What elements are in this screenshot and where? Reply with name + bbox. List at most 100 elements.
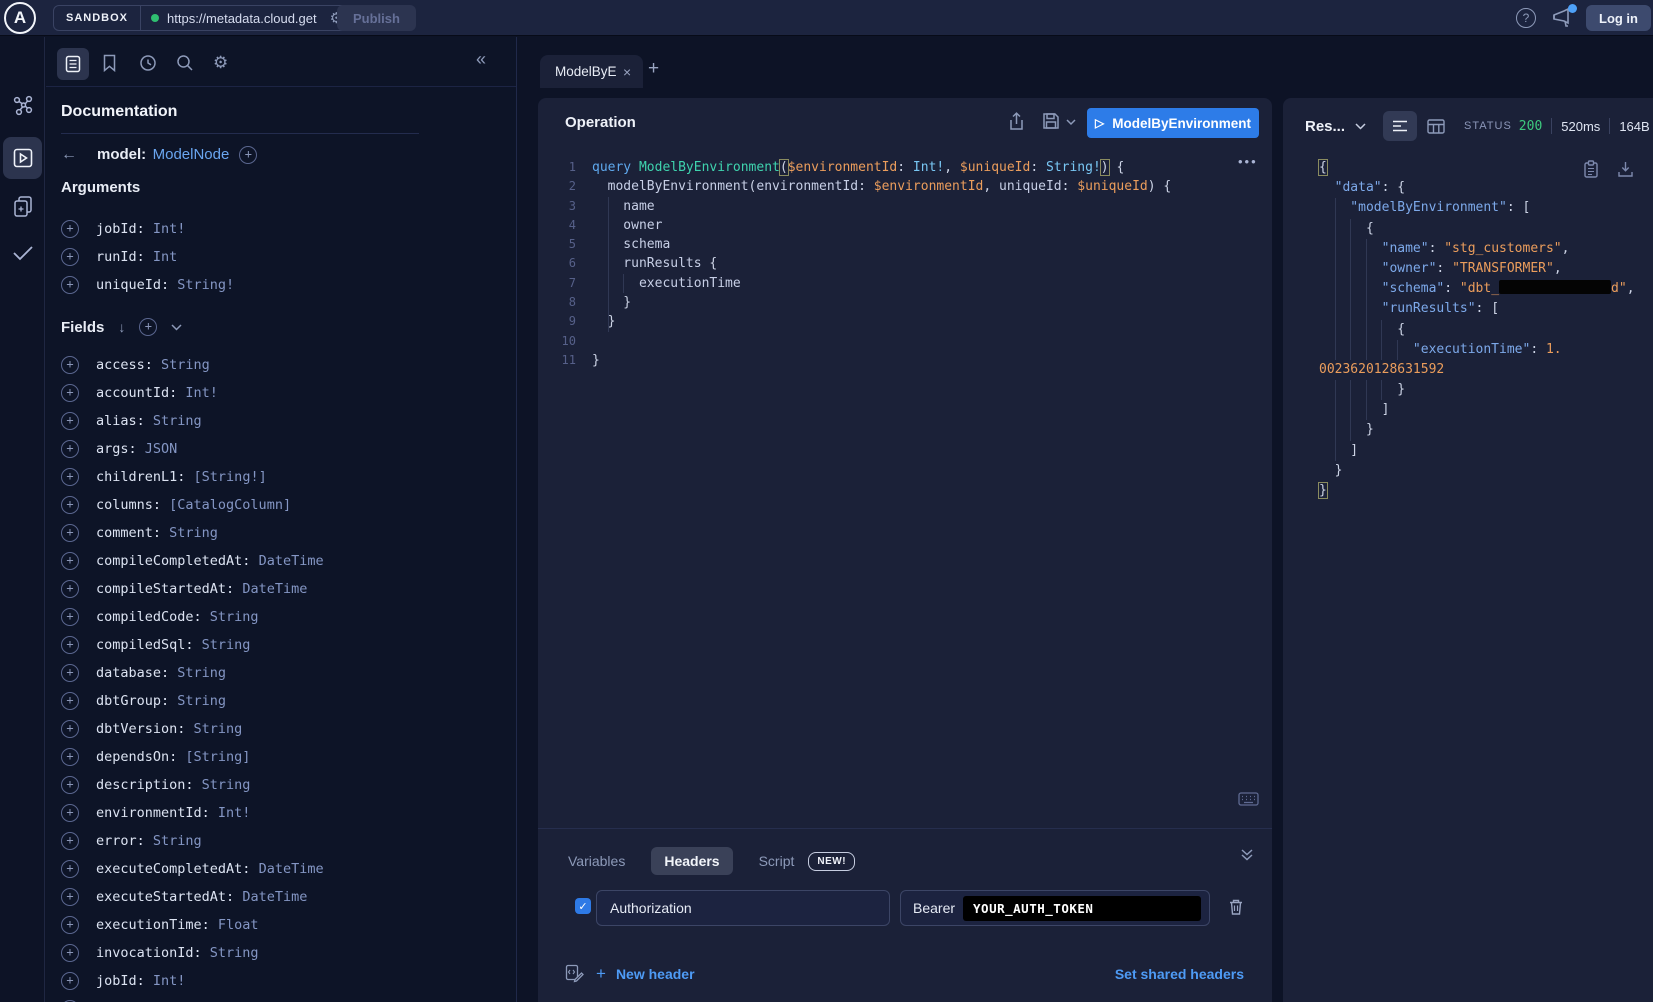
code-line[interactable]: 5 schema bbox=[548, 235, 1248, 254]
keyboard-shortcuts-icon[interactable] bbox=[1238, 792, 1259, 806]
code-line[interactable]: } bbox=[1319, 461, 1649, 481]
add-all-fields-icon[interactable]: + bbox=[139, 318, 157, 336]
add-field-to-query-icon[interactable]: + bbox=[61, 248, 79, 266]
add-field-to-query-icon[interactable]: + bbox=[61, 468, 79, 486]
field-name[interactable]: jobId: bbox=[96, 973, 153, 989]
auth-token-value[interactable]: YOUR_AUTH_TOKEN bbox=[963, 896, 1201, 921]
field-type[interactable]: Int bbox=[153, 249, 177, 265]
field-type[interactable]: String bbox=[161, 357, 210, 373]
add-field-to-query-icon[interactable]: + bbox=[61, 944, 79, 962]
add-field-to-query-icon[interactable]: + bbox=[61, 720, 79, 738]
code-line[interactable]: 1query ModelByEnvironment($environmentId… bbox=[548, 158, 1248, 177]
field-name[interactable]: runId: bbox=[96, 249, 153, 265]
header-value-input[interactable]: Bearer YOUR_AUTH_TOKEN bbox=[900, 890, 1210, 926]
add-field-to-query-icon[interactable]: + bbox=[61, 384, 79, 402]
add-field-to-query-icon[interactable]: + bbox=[61, 748, 79, 766]
code-line[interactable]: } bbox=[1319, 420, 1649, 440]
tab-script[interactable]: Script bbox=[759, 853, 795, 869]
close-tab-icon[interactable]: × bbox=[623, 64, 631, 80]
field-type[interactable]: DateTime bbox=[242, 889, 307, 905]
save-operation-icon[interactable] bbox=[1042, 112, 1060, 130]
collapse-docs-panel-icon[interactable]: « bbox=[476, 49, 486, 70]
operation-tab-active[interactable]: ModelByEnvi... × bbox=[540, 55, 643, 88]
field-name[interactable]: uniqueId: bbox=[96, 277, 177, 293]
add-field-to-query-icon[interactable]: + bbox=[61, 888, 79, 906]
field-type[interactable]: String bbox=[202, 637, 251, 653]
back-arrow-icon[interactable]: ← bbox=[61, 146, 87, 164]
code-line[interactable]: 8 } bbox=[548, 293, 1248, 312]
code-line[interactable]: "executionTime": 1. bbox=[1319, 340, 1649, 360]
explorer-nav-icon-active[interactable] bbox=[3, 137, 42, 179]
add-field-to-query-icon[interactable]: + bbox=[61, 972, 79, 990]
bookmarks-tab-icon[interactable] bbox=[102, 54, 117, 72]
response-dropdown-chevron-icon[interactable] bbox=[1355, 123, 1366, 130]
environment-variables-icon[interactable] bbox=[565, 964, 584, 983]
login-button[interactable]: Log in bbox=[1586, 5, 1651, 31]
save-options-chevron-icon[interactable] bbox=[1066, 119, 1076, 126]
code-line[interactable]: "modelByEnvironment": [ bbox=[1319, 198, 1649, 218]
field-name[interactable]: childrenL1: bbox=[96, 469, 194, 485]
field-name[interactable]: compileCompletedAt: bbox=[96, 553, 259, 569]
code-line[interactable]: "schema": "dbt_d", bbox=[1319, 279, 1649, 299]
search-tab-icon[interactable] bbox=[176, 54, 194, 72]
field-type[interactable]: Int! bbox=[153, 973, 186, 989]
add-field-to-query-icon[interactable]: + bbox=[61, 776, 79, 794]
code-line[interactable]: "data": { bbox=[1319, 178, 1649, 198]
add-field-to-query-icon[interactable]: + bbox=[61, 608, 79, 626]
code-line[interactable]: } bbox=[1319, 380, 1649, 400]
field-type[interactable]: Int! bbox=[153, 221, 186, 237]
add-field-to-query-icon[interactable]: + bbox=[61, 580, 79, 598]
schema-nav-icon[interactable] bbox=[0, 95, 45, 117]
endpoint-url-input[interactable]: https://metadata.cloud.get ⚙ bbox=[141, 6, 351, 30]
add-field-to-query-icon[interactable]: + bbox=[61, 412, 79, 430]
sort-fields-icon[interactable]: ↓ bbox=[118, 319, 125, 335]
run-operation-button[interactable]: ▷ ModelByEnvironment bbox=[1087, 108, 1259, 138]
help-icon[interactable]: ? bbox=[1516, 8, 1536, 28]
field-type[interactable]: String! bbox=[177, 277, 234, 293]
add-field-to-query-icon[interactable]: + bbox=[61, 636, 79, 654]
field-type[interactable]: String bbox=[210, 945, 259, 961]
publish-button[interactable]: Publish bbox=[337, 5, 416, 31]
graphql-editor[interactable]: 1query ModelByEnvironment($environmentId… bbox=[548, 158, 1248, 370]
operation-collections-nav-icon[interactable] bbox=[0, 195, 45, 219]
delete-header-icon[interactable] bbox=[1228, 898, 1244, 916]
field-type[interactable]: [String] bbox=[185, 749, 250, 765]
add-field-to-query-icon[interactable]: + bbox=[61, 916, 79, 934]
code-line[interactable]: 3 name bbox=[548, 197, 1248, 216]
field-name[interactable]: args: bbox=[96, 441, 145, 457]
field-type[interactable]: Int! bbox=[218, 805, 251, 821]
field-name[interactable]: invocationId: bbox=[96, 945, 210, 961]
add-field-to-query-icon[interactable]: + bbox=[61, 524, 79, 542]
endpoint-url-text[interactable]: https://metadata.cloud.get bbox=[167, 11, 322, 26]
field-name[interactable]: access: bbox=[96, 357, 161, 373]
field-type[interactable]: DateTime bbox=[242, 581, 307, 597]
field-type[interactable]: JSON bbox=[145, 441, 178, 457]
field-type[interactable]: String bbox=[169, 525, 218, 541]
field-name[interactable]: columns: bbox=[96, 497, 169, 513]
documentation-tab-icon[interactable] bbox=[57, 48, 89, 80]
add-field-to-query-icon[interactable]: + bbox=[61, 860, 79, 878]
code-line[interactable]: 9 } bbox=[548, 312, 1248, 331]
field-name[interactable]: environmentId: bbox=[96, 805, 218, 821]
field-name[interactable]: executeCompletedAt: bbox=[96, 861, 259, 877]
field-type[interactable]: String bbox=[202, 777, 251, 793]
field-type[interactable]: Int! bbox=[185, 385, 218, 401]
add-field-to-query-icon[interactable]: + bbox=[61, 804, 79, 822]
response-json-viewer[interactable]: { "data": { "modelByEnvironment": [ { "n… bbox=[1319, 158, 1649, 501]
field-type[interactable]: [String!] bbox=[194, 469, 267, 485]
field-type[interactable]: String bbox=[194, 721, 243, 737]
share-operation-icon[interactable] bbox=[1008, 112, 1025, 131]
field-type[interactable]: Float bbox=[218, 917, 259, 933]
field-type[interactable]: [CatalogColumn] bbox=[169, 497, 291, 513]
explorer-settings-gear-icon[interactable]: ⚙ bbox=[213, 53, 228, 73]
checks-nav-icon[interactable] bbox=[0, 243, 45, 263]
code-line[interactable]: 0023620128631592 bbox=[1319, 360, 1649, 380]
code-line[interactable]: "name": "stg_customers", bbox=[1319, 239, 1649, 259]
response-view-table-toggle[interactable] bbox=[1427, 119, 1445, 134]
add-field-to-query-icon[interactable]: + bbox=[61, 552, 79, 570]
set-shared-headers-link[interactable]: Set shared headers bbox=[1115, 966, 1244, 982]
code-line[interactable]: } bbox=[1319, 481, 1649, 501]
response-view-raw-toggle-active[interactable] bbox=[1383, 111, 1417, 141]
add-field-to-query-icon[interactable]: + bbox=[61, 220, 79, 238]
field-type[interactable]: String bbox=[210, 609, 259, 625]
